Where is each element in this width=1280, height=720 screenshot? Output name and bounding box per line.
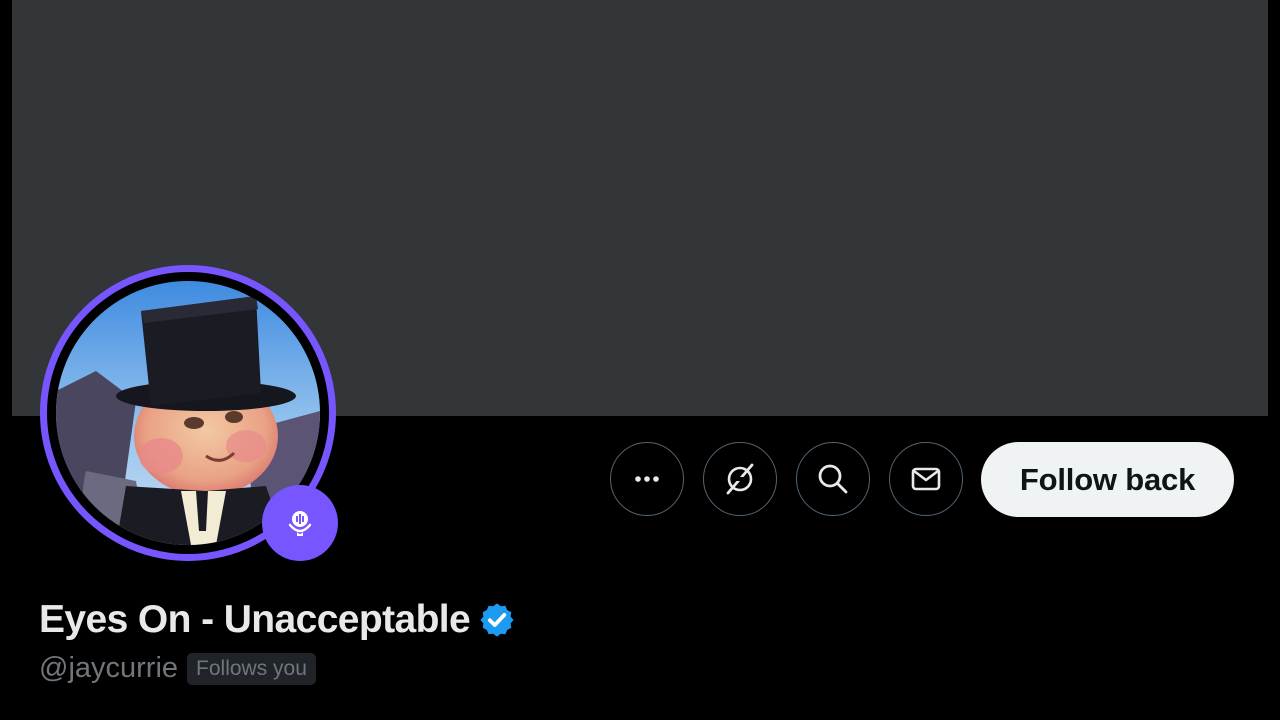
verified-badge-icon[interactable]	[478, 601, 516, 639]
mail-icon	[911, 467, 941, 491]
user-handle: @jaycurrie	[39, 652, 179, 684]
follows-you-badge: Follows you	[187, 652, 316, 685]
microphone-icon	[288, 511, 312, 536]
more-button[interactable]	[610, 442, 684, 516]
name-row: Eyes On - Unacceptable	[39, 598, 516, 642]
handle-row: @jaycurrie Follows you	[39, 652, 316, 685]
grok-icon	[726, 463, 754, 495]
display-name: Eyes On - Unacceptable	[39, 598, 471, 641]
spaces-host-badge[interactable]	[262, 485, 338, 561]
profile-header: Follow back Eyes On - Unacceptable @jayc…	[0, 0, 1280, 720]
search-button[interactable]	[796, 442, 870, 516]
search-icon	[818, 464, 848, 494]
grok-button[interactable]	[703, 442, 777, 516]
message-button[interactable]	[889, 442, 963, 516]
follow-back-button[interactable]: Follow back	[981, 442, 1234, 517]
more-horizontal-icon	[635, 476, 659, 482]
